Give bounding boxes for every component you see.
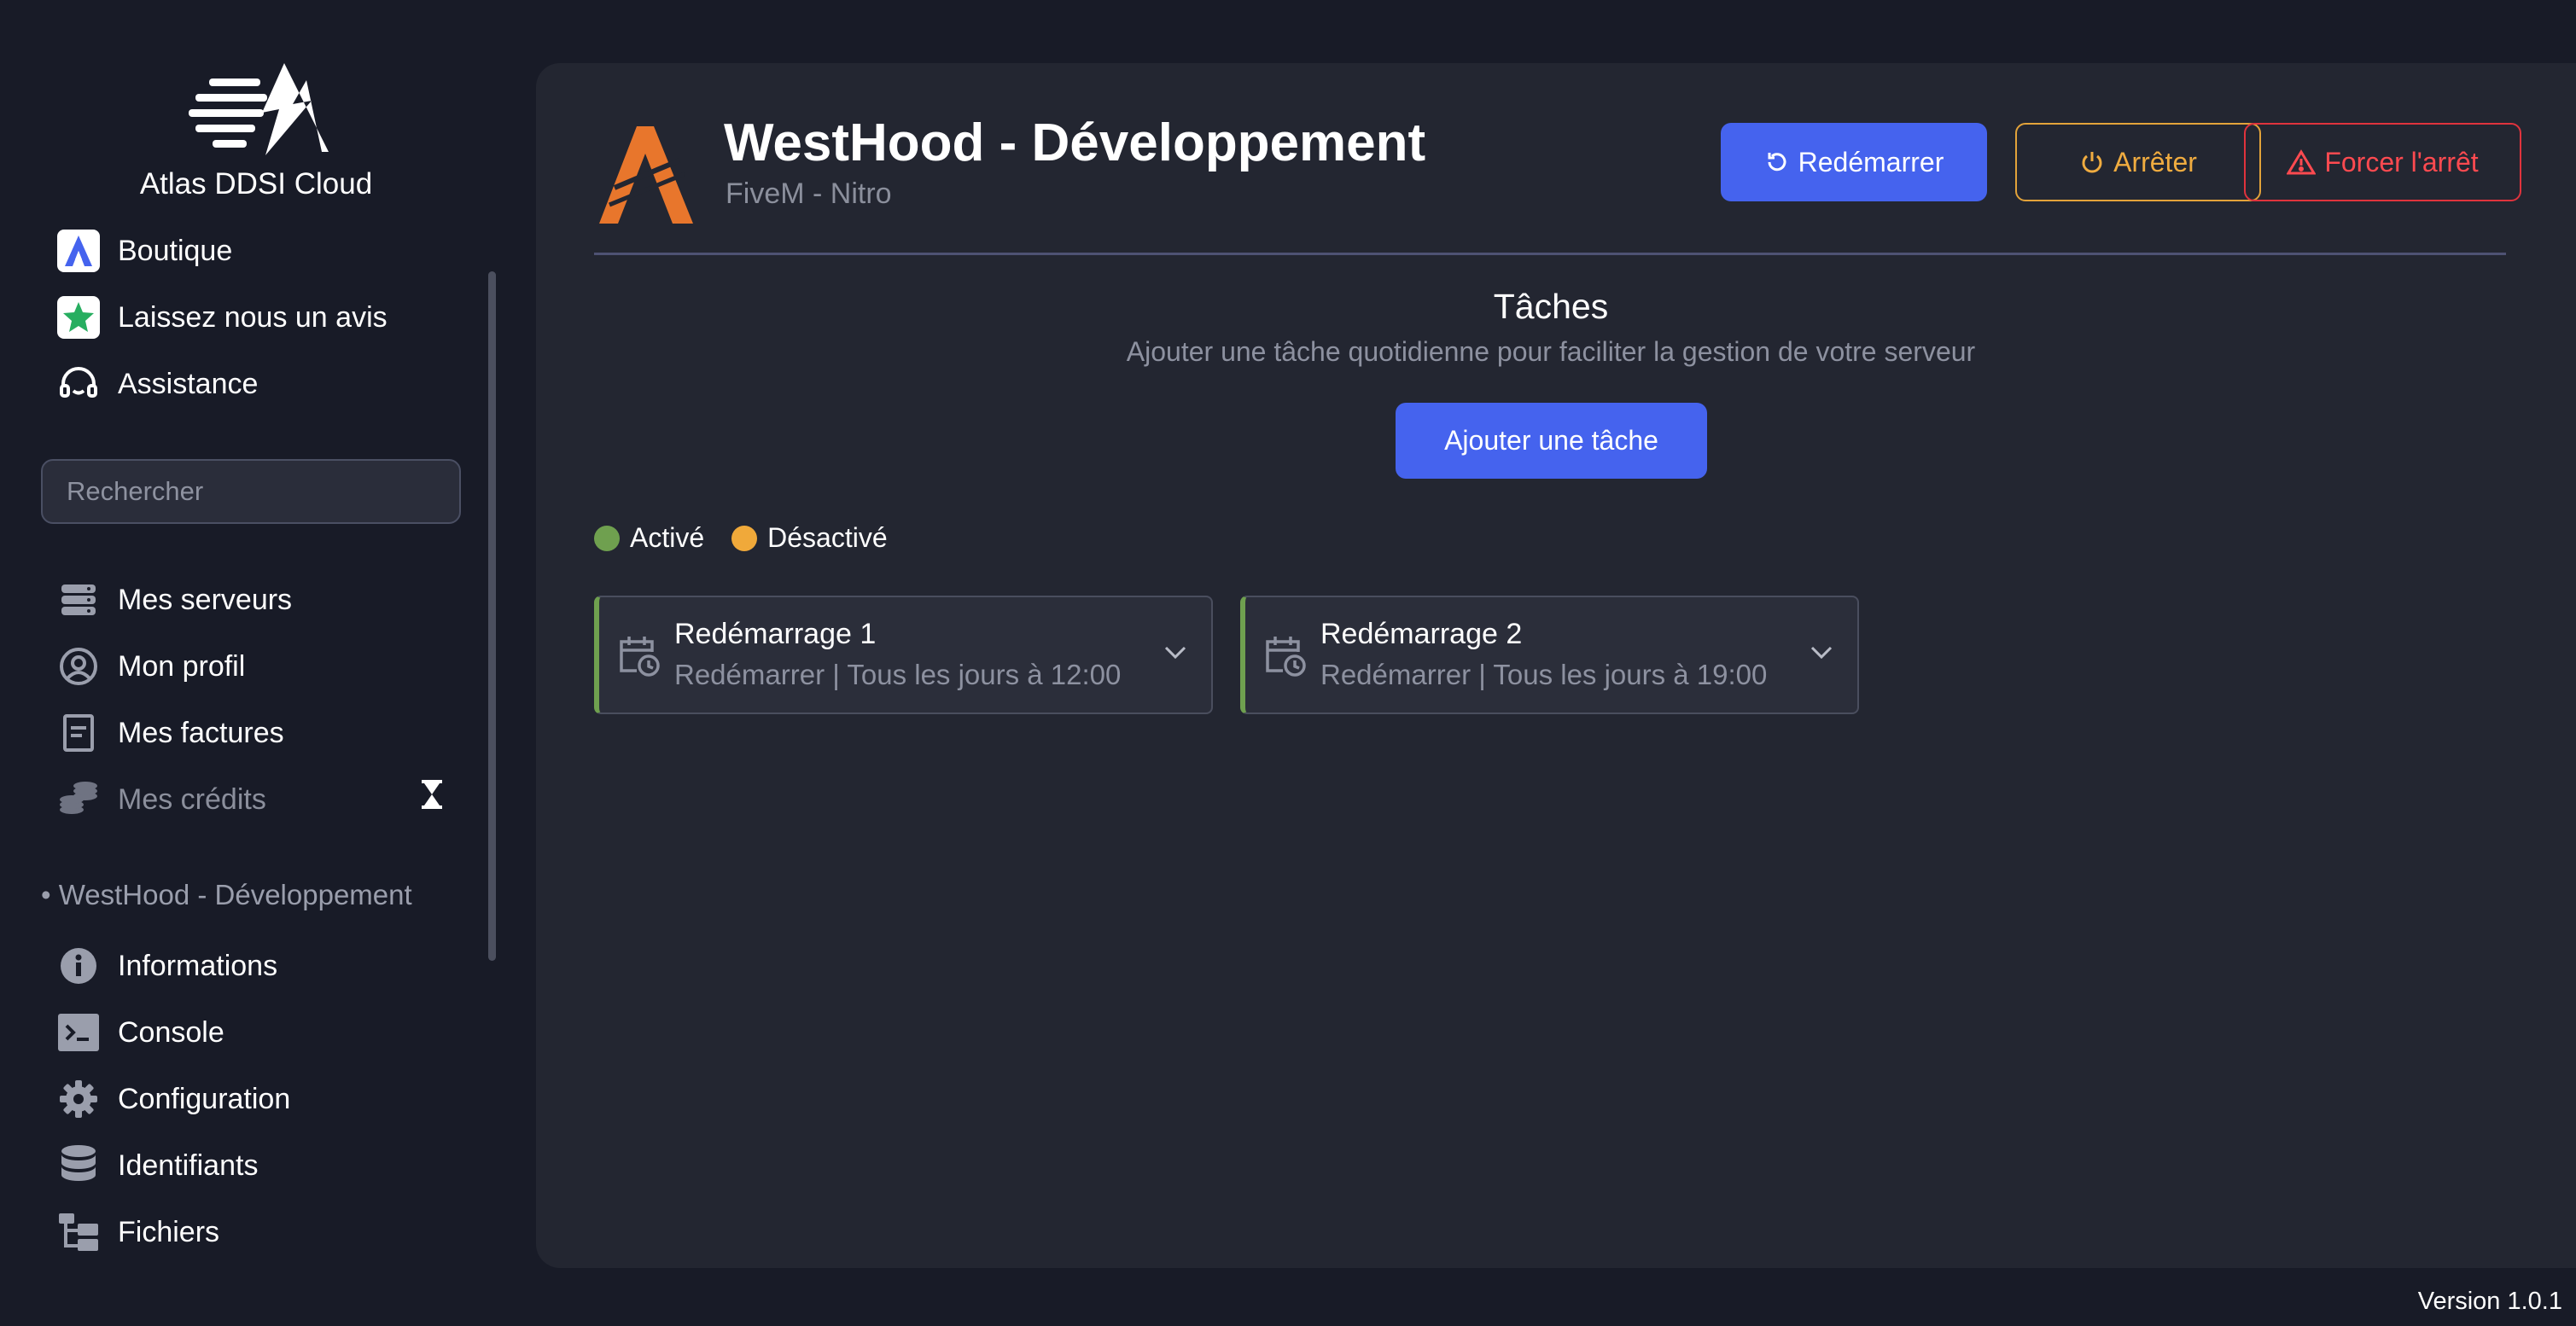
status-dot-active <box>594 525 620 551</box>
calendar-clock-icon <box>1264 633 1307 682</box>
sidebar-link-label: Laissez nous un avis <box>118 300 388 334</box>
tasks-subtitle: Ajouter une tâche quotidienne pour facil… <box>1126 336 1976 367</box>
tasks-title: Tâches <box>1493 287 1609 326</box>
sidebar-item-label: Identifiants <box>118 1149 259 1182</box>
restart-label: Redémarrer <box>1798 146 1944 177</box>
server-game-logo <box>599 126 693 224</box>
sidebar-item-identifiants[interactable]: Identifiants <box>56 1142 258 1189</box>
sidebar-item-label: Mes factures <box>118 716 284 749</box>
force-stop-button[interactable]: Forcer l'arrêt <box>2244 123 2521 201</box>
task-name: Redémarrage 1 <box>674 618 877 650</box>
task-name: Redémarrage 2 <box>1320 618 1523 650</box>
invoice-icon <box>56 711 101 755</box>
force-stop-label: Forcer l'arrêt <box>2324 146 2479 177</box>
header-divider <box>594 253 2506 255</box>
hourglass-icon <box>420 780 444 813</box>
chevron-down-icon[interactable] <box>1163 645 1187 665</box>
task-card[interactable]: Redémarrage 1 Redémarrer | Tous les jour… <box>594 596 1213 714</box>
sidebar-item-configuration[interactable]: Configuration <box>56 1075 290 1123</box>
server-subtitle: FiveM - Nitro <box>726 177 892 210</box>
sidebar-item-label: Fichiers <box>118 1215 220 1248</box>
sidebar-item-label: Mes serveurs <box>118 583 293 616</box>
power-icon <box>2079 149 2105 175</box>
sidebar-item-label: Informations <box>118 949 278 982</box>
headset-icon <box>56 362 101 406</box>
server-section-label: • WestHood - Développement <box>41 879 412 910</box>
database-icon <box>56 1143 101 1188</box>
chevron-down-icon[interactable] <box>1810 645 1833 665</box>
user-circle-icon <box>56 644 101 689</box>
stop-label: Arrêter <box>2113 146 2197 177</box>
sidebar-link-label: Boutique <box>118 234 233 267</box>
star-icon <box>56 295 101 340</box>
sidebar-item-profile[interactable]: Mon profil <box>56 643 245 690</box>
server-title: WestHood - Développement <box>724 113 1426 172</box>
sidebar-item-fichiers[interactable]: Fichiers <box>56 1208 219 1256</box>
info-icon <box>56 944 101 988</box>
search-input[interactable] <box>41 459 461 524</box>
sidebar-link-review[interactable]: Laissez nous un avis <box>56 294 388 341</box>
warning-icon <box>2287 149 2317 175</box>
sidebar-item-label: Console <box>118 1015 224 1049</box>
sidebar-item-informations[interactable]: Informations <box>56 942 277 990</box>
legend-label: Activé <box>630 522 705 553</box>
task-description: Redémarrer | Tous les jours à 19:00 <box>1320 659 1768 690</box>
status-legend: Activé Désactivé <box>594 522 915 554</box>
sidebar: Atlas DDSI Cloud Boutique Laissez nous u… <box>0 0 512 1326</box>
sidebar-link-assistance[interactable]: Assistance <box>56 360 258 408</box>
sidebar-item-credits: Mes crédits <box>56 776 266 823</box>
atlas-shop-icon <box>56 229 101 273</box>
sidebar-link-boutique[interactable]: Boutique <box>56 227 232 275</box>
sidebar-scrollbar[interactable] <box>488 271 496 961</box>
sidebar-item-invoices[interactable]: Mes factures <box>56 709 284 757</box>
legend-item-active: Activé <box>594 522 704 554</box>
sidebar-item-label: Mes crédits <box>118 782 266 816</box>
sidebar-item-label: Configuration <box>118 1082 291 1115</box>
file-tree-icon <box>56 1210 101 1254</box>
coins-icon <box>56 777 101 822</box>
restart-button[interactable]: Redémarrer <box>1721 123 1987 201</box>
legend-item-inactive: Désactivé <box>731 522 888 554</box>
calendar-clock-icon <box>618 633 661 682</box>
terminal-icon <box>56 1010 101 1055</box>
sidebar-link-label: Assistance <box>118 367 259 400</box>
version-label: Version 1.0.1 <box>2417 1288 2562 1315</box>
sidebar-item-console[interactable]: Console <box>56 1009 224 1056</box>
restart-icon <box>1764 149 1790 175</box>
legend-label: Désactivé <box>767 522 888 553</box>
server-icon <box>56 578 101 622</box>
add-task-button[interactable]: Ajouter une tâche <box>1396 403 1707 479</box>
sidebar-item-label: Mon profil <box>118 649 246 683</box>
stop-button[interactable]: Arrêter <box>2015 123 2261 201</box>
atlas-lightning-logo <box>189 63 329 155</box>
gear-icon <box>56 1077 101 1121</box>
brand-name: Atlas DDSI Cloud <box>139 167 373 201</box>
sidebar-item-servers[interactable]: Mes serveurs <box>56 576 292 624</box>
task-card[interactable]: Redémarrage 2 Redémarrer | Tous les jour… <box>1240 596 1859 714</box>
main-panel: WestHood - Développement FiveM - Nitro R… <box>536 63 2576 1268</box>
task-description: Redémarrer | Tous les jours à 12:00 <box>674 659 1122 690</box>
brand[interactable]: Atlas DDSI Cloud <box>0 60 512 201</box>
status-dot-inactive <box>731 525 758 551</box>
